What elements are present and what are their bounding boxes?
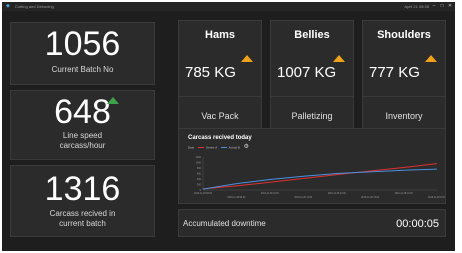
chart-panel: Carcass recived today Date Series A Actu… [178,128,446,204]
batch-number: 1056 [44,25,121,63]
x-tick-label: 2016-11-28 09:00 [227,197,246,199]
app-window: ◆ Cutting and Deboning April 21 08:35 – … [2,2,455,251]
downtime-value: 00:00:05 [396,218,439,230]
product-title: Bellies [294,29,330,41]
trend-up-icon [333,55,345,62]
line-speed-unit: carcass/hour [59,141,106,150]
carcass-count: 1316 [44,170,121,208]
y-tick-label: 400 [197,178,202,181]
x-tick-label: 2016-11-28 08:00 [194,193,213,195]
window-title: Cutting and Deboning [15,4,54,9]
series-line [202,163,438,190]
title-bar: ◆ Cutting and Deboning April 21 08:35 – … [2,2,455,11]
trend-up-icon [107,97,119,104]
product-card-bellies: Bellies 1007 KG Palletizing [270,20,354,134]
line-speed-label: Line speed [62,131,103,140]
y-tick-label: 1000 [195,162,201,165]
product-card-shoulders: Shoulders 777 KG Inventory [362,20,446,134]
x-tick-label: 2016-11-28 12:00 [328,193,347,195]
product-weight: 785 KG [185,64,236,81]
carcass-card: 1316 Carcass recived in current batch [10,165,155,237]
product-card-hams: Hams 785 KG Vac Pack [178,20,262,134]
product-weight: 777 KG [369,64,420,81]
y-tick-label: 200 [197,184,202,187]
trend-up-icon [425,55,437,62]
close-button[interactable]: ✕ [446,2,454,11]
x-tick-label: 2016-11-28 11:00 [294,197,313,199]
app-icon: ◆ [6,3,10,9]
x-tick-label: 2016-11-28 13:00 [361,197,380,199]
chart-axis [202,157,437,191]
x-tick-label: 2016-11-28 14:00 [395,193,414,195]
batch-card: 1056 Current Batch No [10,22,155,85]
product-title: Shoulders [377,29,431,41]
trend-up-icon [241,55,253,62]
speed-card: 648 Line speed carcass/hour [10,90,155,160]
batch-label: Current Batch No [51,65,114,74]
downtime-label: Accumulated downtime [183,219,266,228]
product-title: Hams [205,29,235,41]
y-tick-label: 800 [197,167,202,170]
y-tick-label: 1200 [195,156,201,159]
maximize-button[interactable]: □ [438,2,446,11]
product-weight: 1007 KG [277,64,337,81]
title-datetime: April 21 08:35 [404,4,429,9]
y-tick-label: 0 [200,189,202,192]
x-tick-label: 2016-11-28 15:00 [428,197,445,199]
minimize-button[interactable]: – [430,2,438,11]
line-speed-value: 648 [54,93,111,131]
line-chart: 1200 1000 800 600 400 200 02016-11-28 08:00 201… [194,156,445,199]
carcass-label-2: current batch [59,219,106,228]
carcass-label: Carcass recived in [49,209,116,218]
x-tick-label: 2016-11-28 10:00 [261,193,280,195]
downtime-panel: Accumulated downtime 00:00:05 [178,209,446,237]
y-tick-label: 600 [197,173,202,176]
